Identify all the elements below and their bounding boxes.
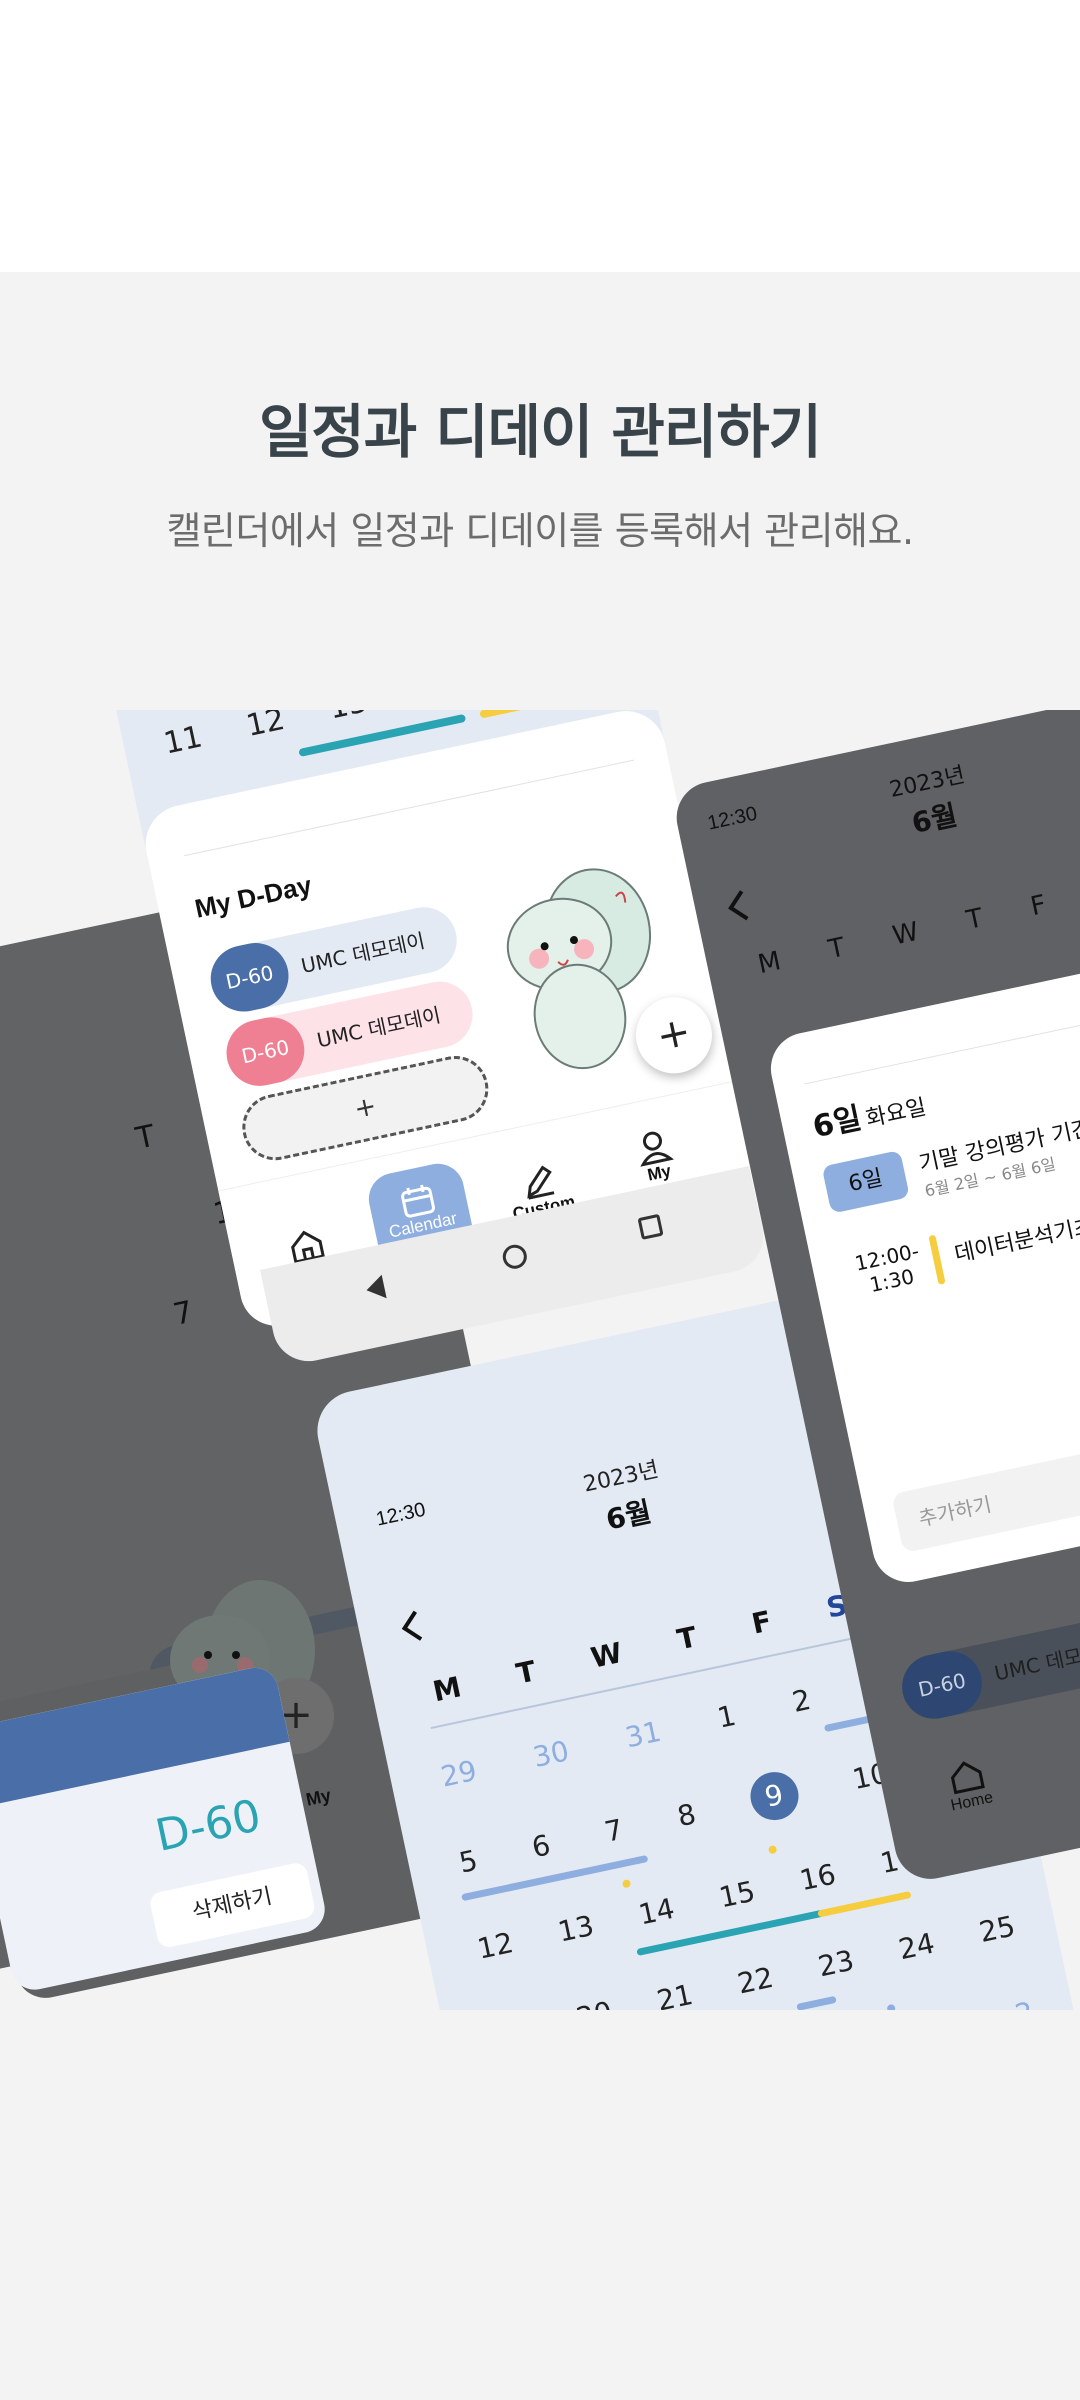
weekday-thu: T	[674, 1620, 700, 1657]
weekday: T	[825, 932, 848, 966]
day-cell[interactable]: 12	[243, 710, 288, 744]
page-title: 일정과 디데이 관리하기	[259, 398, 822, 466]
modal-dday-value: D-60	[151, 1790, 266, 1862]
dday-badge: D-60	[220, 1011, 311, 1093]
schedule-divider	[803, 987, 1080, 1085]
day-cell[interactable]: 29	[438, 1754, 491, 1847]
dday-label: UMC 데모데이	[298, 928, 428, 979]
dday-label: UMC 데모데이	[992, 1635, 1080, 1686]
day-cell[interactable]: 12	[475, 1926, 528, 2010]
weekday-tue: T	[513, 1654, 539, 1691]
schedule-day: 6일	[809, 1100, 865, 1146]
event-title: 데이터분석기초 과제	[952, 1204, 1080, 1268]
prev-month-icon[interactable]	[396, 1607, 427, 1647]
dday-label: UMC 데모데이	[314, 1002, 443, 1053]
home-icon	[947, 1757, 987, 1795]
event-tag: 6일	[821, 1150, 910, 1214]
day-cell[interactable]: 21	[654, 1978, 707, 2010]
day-cell[interactable]: 22	[735, 1961, 788, 2010]
nav-home-dim[interactable]: Home	[929, 1753, 1008, 1818]
day-cell[interactable]: 30	[530, 1734, 583, 1827]
prev-month-icon[interactable]	[722, 886, 753, 926]
day-cell[interactable]: 2	[789, 1683, 825, 1773]
day-cell[interactable]: 13	[326, 710, 371, 726]
schedule-date: 6일 화요일	[808, 1079, 929, 1146]
recents-icon[interactable]	[637, 1213, 664, 1240]
status-time: 12:30	[705, 802, 760, 835]
home-circle-icon[interactable]	[500, 1242, 530, 1271]
weekday-fri: F	[748, 1604, 775, 1641]
calendar-month: 6월	[603, 1494, 655, 1537]
phone-mockups: ▾◢▮ T F S S 1 2 3 7 8 9 10 UMC 데모데이 +	[0, 710, 1080, 2010]
dday-list: D-60 UMC 데모데이 D-60 UMC 데모데이 +	[204, 901, 495, 1167]
weekday-wed: W	[587, 1636, 626, 1675]
day-cell[interactable]: 13	[555, 1909, 608, 2002]
page-subtitle: 캘린더에서 일정과 디데이를 등록해서 관리해요.	[166, 509, 914, 553]
dday-section-title: My D-Day	[192, 869, 315, 924]
add-schedule-input[interactable]: 추가하기	[891, 1398, 1080, 1554]
day-cell[interactable]: 1	[715, 1699, 751, 1789]
day-cell[interactable]: 31	[622, 1715, 675, 1808]
dday-badge: D-60	[204, 936, 295, 1018]
day-cell[interactable]: 8	[675, 1797, 711, 1887]
weekday: M	[755, 946, 784, 981]
back-icon[interactable]	[364, 1274, 387, 1303]
status-time: 12:30	[374, 1498, 428, 1531]
day-cell[interactable]: 7	[170, 1295, 198, 1344]
day-cell[interactable]: 11	[161, 719, 206, 761]
event-bar-yellow	[479, 710, 574, 719]
day-cell[interactable]: 24	[896, 1926, 949, 2010]
weekday: W	[890, 916, 922, 952]
weekday: T	[132, 1118, 159, 1157]
event-indicator	[928, 1234, 946, 1285]
weekday: F	[1027, 889, 1049, 923]
calendar-year: 2023년	[887, 762, 968, 804]
calendar-month: 6월	[908, 798, 961, 840]
calendar-year: 2023년	[581, 1457, 661, 1498]
weekday: T	[963, 903, 986, 936]
nav-my-label: My	[645, 1161, 673, 1185]
event-time: 12:00- 1:30	[852, 1238, 922, 1298]
dday-chip-dim: D-60 UMC 데모데이	[896, 1599, 1080, 1725]
weekday-row: M T W T F S	[755, 876, 1080, 980]
dday-badge: D-60	[896, 1645, 988, 1725]
schedule-weekday: 화요일	[863, 1095, 929, 1133]
divider	[183, 759, 634, 857]
day-cell[interactable]: 2	[1012, 1995, 1048, 2010]
day-cell[interactable]: 25	[976, 1909, 1029, 2002]
weekday-mon: M	[430, 1670, 465, 1709]
